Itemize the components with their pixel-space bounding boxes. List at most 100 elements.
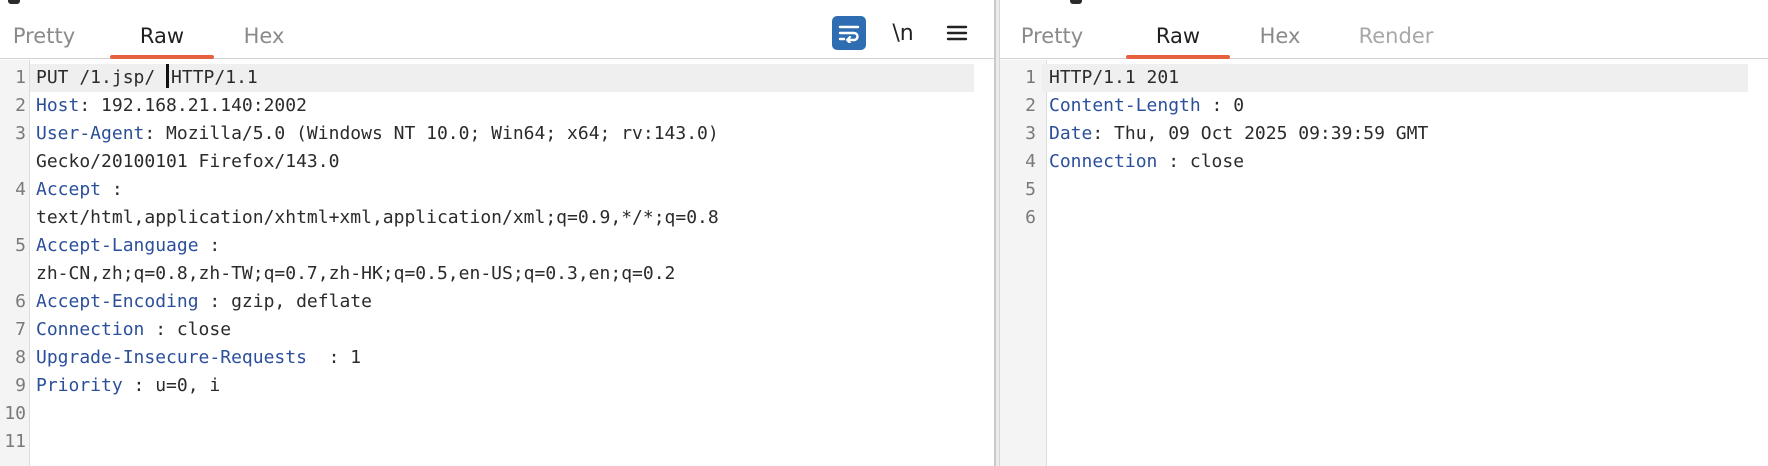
code-line: 2 Host: 192.168.21.140:2002	[0, 92, 994, 120]
header-name: Date	[1049, 123, 1093, 144]
code-line: text/html,application/xhtml+xml,applicat…	[0, 204, 994, 232]
tab-hex[interactable]: Hex	[1250, 20, 1310, 58]
request-tabbar: Pretty Raw Hex \n	[0, 0, 994, 59]
header-name: Connection	[36, 319, 145, 340]
request-lines: 1 PUT /1.jsp/ HTTP/1.1 2 Host: 192.168.21.1…	[0, 64, 994, 456]
line-text: text/html,application/xhtml+xml,applicat…	[36, 207, 719, 228]
code-line: 5 Accept-Language :	[0, 232, 994, 260]
header-value: : Thu, 09 Oct 2025 09:39:59 GMT	[1092, 123, 1429, 144]
code-line: 1 PUT /1.jsp/ HTTP/1.1	[0, 64, 994, 92]
header-value: : 1	[306, 347, 362, 368]
line-number: 7	[15, 319, 26, 340]
header-name: Upgrade-Insecure-Requests	[36, 347, 307, 368]
line-number: 1	[15, 67, 26, 88]
line-number	[0, 148, 30, 176]
header-name: Accept	[36, 179, 102, 200]
line-text: User-Agent: Mozilla/5.0 (Windows NT 10.0…	[30, 120, 994, 148]
line-number: 1	[1025, 67, 1036, 88]
response-pane: Pretty Raw Hex Render 1 HTTP/1.1 201 2 Cont…	[1000, 0, 1768, 466]
line-number: 6	[1025, 207, 1036, 228]
tab-hex[interactable]: Hex	[234, 20, 294, 58]
header-value: : close	[1157, 151, 1245, 172]
line-number: 9	[15, 375, 26, 396]
code-line: 9 Priority : u=0, i	[0, 372, 994, 400]
line-number: 6	[15, 291, 26, 312]
header-name: Accept-Encoding	[36, 291, 199, 312]
code-line: zh-CN,zh;q=0.8,zh-TW;q=0.7,zh-HK;q=0.5,e…	[0, 260, 994, 288]
header-name: User-Agent	[36, 123, 145, 144]
request-line-start: PUT /1.jsp/	[36, 67, 167, 88]
wrap-lines-icon	[838, 25, 860, 43]
tab-pretty[interactable]: Pretty	[1010, 20, 1094, 58]
line-text	[1042, 204, 1768, 232]
header-value: : 192.168.21.140:2002	[79, 95, 307, 116]
code-line: 11	[0, 428, 994, 456]
line-text: Date: Thu, 09 Oct 2025 09:39:59 GMT	[1042, 120, 1768, 148]
code-line: 7 Connection : close	[0, 316, 994, 344]
response-lines: 1 HTTP/1.1 201 2 Content-Length : 0 3 Date: T…	[1000, 64, 1768, 232]
code-line: 4 Accept :	[0, 176, 994, 204]
line-number: 5	[15, 235, 26, 256]
line-text: Accept-Encoding : gzip, deflate	[30, 288, 994, 316]
header-value: :	[198, 235, 221, 256]
code-line: 3 User-Agent: Mozilla/5.0 (Windows NT 10.…	[0, 120, 994, 148]
request-editor[interactable]: 1 PUT /1.jsp/ HTTP/1.1 2 Host: 192.168.21.1…	[0, 60, 994, 466]
line-text: Content-Length : 0	[1042, 92, 1768, 120]
line-text: Upgrade-Insecure-Requests : 1	[30, 344, 994, 372]
line-text: Accept-Language :	[30, 232, 994, 260]
code-line: 4 Connection : close	[1000, 148, 1768, 176]
header-value: : gzip, deflate	[198, 291, 372, 312]
response-tabbar: Pretty Raw Hex Render	[1000, 0, 1768, 59]
header-value: : 0	[1200, 95, 1245, 116]
line-number: 11	[4, 431, 26, 452]
line-text: PUT /1.jsp/ HTTP/1.1	[30, 64, 974, 92]
hamburger-menu-icon	[946, 25, 968, 41]
line-number: 2	[1025, 95, 1036, 116]
code-line: Gecko/20100101 Firefox/143.0	[0, 148, 994, 176]
header-name: Accept-Language	[36, 235, 199, 256]
header-name: Priority	[36, 375, 123, 396]
header-value: : close	[144, 319, 232, 340]
line-number: 4	[15, 179, 26, 200]
wrap-lines-button[interactable]	[832, 16, 866, 50]
line-number: 3	[15, 123, 26, 144]
header-name: Host	[36, 95, 80, 116]
code-line: 3 Date: Thu, 09 Oct 2025 09:39:59 GMT	[1000, 120, 1768, 148]
line-number: 2	[15, 95, 26, 116]
line-text: Host: 192.168.21.140:2002	[30, 92, 994, 120]
header-name: Content-Length	[1049, 95, 1201, 116]
menu-button[interactable]	[942, 16, 972, 50]
line-text: Priority : u=0, i	[30, 372, 994, 400]
show-newlines-button[interactable]: \n	[886, 16, 920, 50]
line-text: Accept :	[30, 176, 994, 204]
header-value: : Mozilla/5.0 (Windows NT 10.0; Win64; x…	[144, 123, 719, 144]
line-text	[30, 400, 994, 428]
request-line-end: HTTP/1.1	[171, 67, 258, 88]
line-number	[0, 204, 30, 232]
header-name: Connection	[1049, 151, 1158, 172]
text-caret	[166, 64, 170, 88]
header-value: :	[101, 179, 123, 200]
tab-render[interactable]: Render	[1354, 20, 1438, 58]
line-text: Connection : close	[30, 316, 994, 344]
line-text: Connection : close	[1042, 148, 1768, 176]
line-text: zh-CN,zh;q=0.8,zh-TW;q=0.7,zh-HK;q=0.5,e…	[36, 263, 676, 284]
code-line: 6	[1000, 204, 1768, 232]
code-line: 6 Accept-Encoding : gzip, deflate	[0, 288, 994, 316]
line-number	[0, 260, 30, 288]
line-number: 4	[1025, 151, 1036, 172]
tab-raw[interactable]: Raw	[110, 20, 214, 59]
tab-raw[interactable]: Raw	[1126, 20, 1230, 59]
code-line: 5	[1000, 176, 1768, 204]
code-line: 10	[0, 400, 994, 428]
request-pane: Pretty Raw Hex \n 1 PUT /1.jsp/ HTTP/1.1 2…	[0, 0, 994, 466]
line-text	[1042, 176, 1768, 204]
line-number: 5	[1025, 179, 1036, 200]
code-line: 8 Upgrade-Insecure-Requests : 1	[0, 344, 994, 372]
line-text: HTTP/1.1 201	[1042, 64, 1748, 92]
header-value: : u=0, i	[122, 375, 221, 396]
tab-pretty[interactable]: Pretty	[8, 20, 80, 58]
line-text: Gecko/20100101 Firefox/143.0	[36, 151, 340, 172]
response-editor[interactable]: 1 HTTP/1.1 201 2 Content-Length : 0 3 Date: T…	[1000, 60, 1768, 466]
line-number: 10	[4, 403, 26, 424]
